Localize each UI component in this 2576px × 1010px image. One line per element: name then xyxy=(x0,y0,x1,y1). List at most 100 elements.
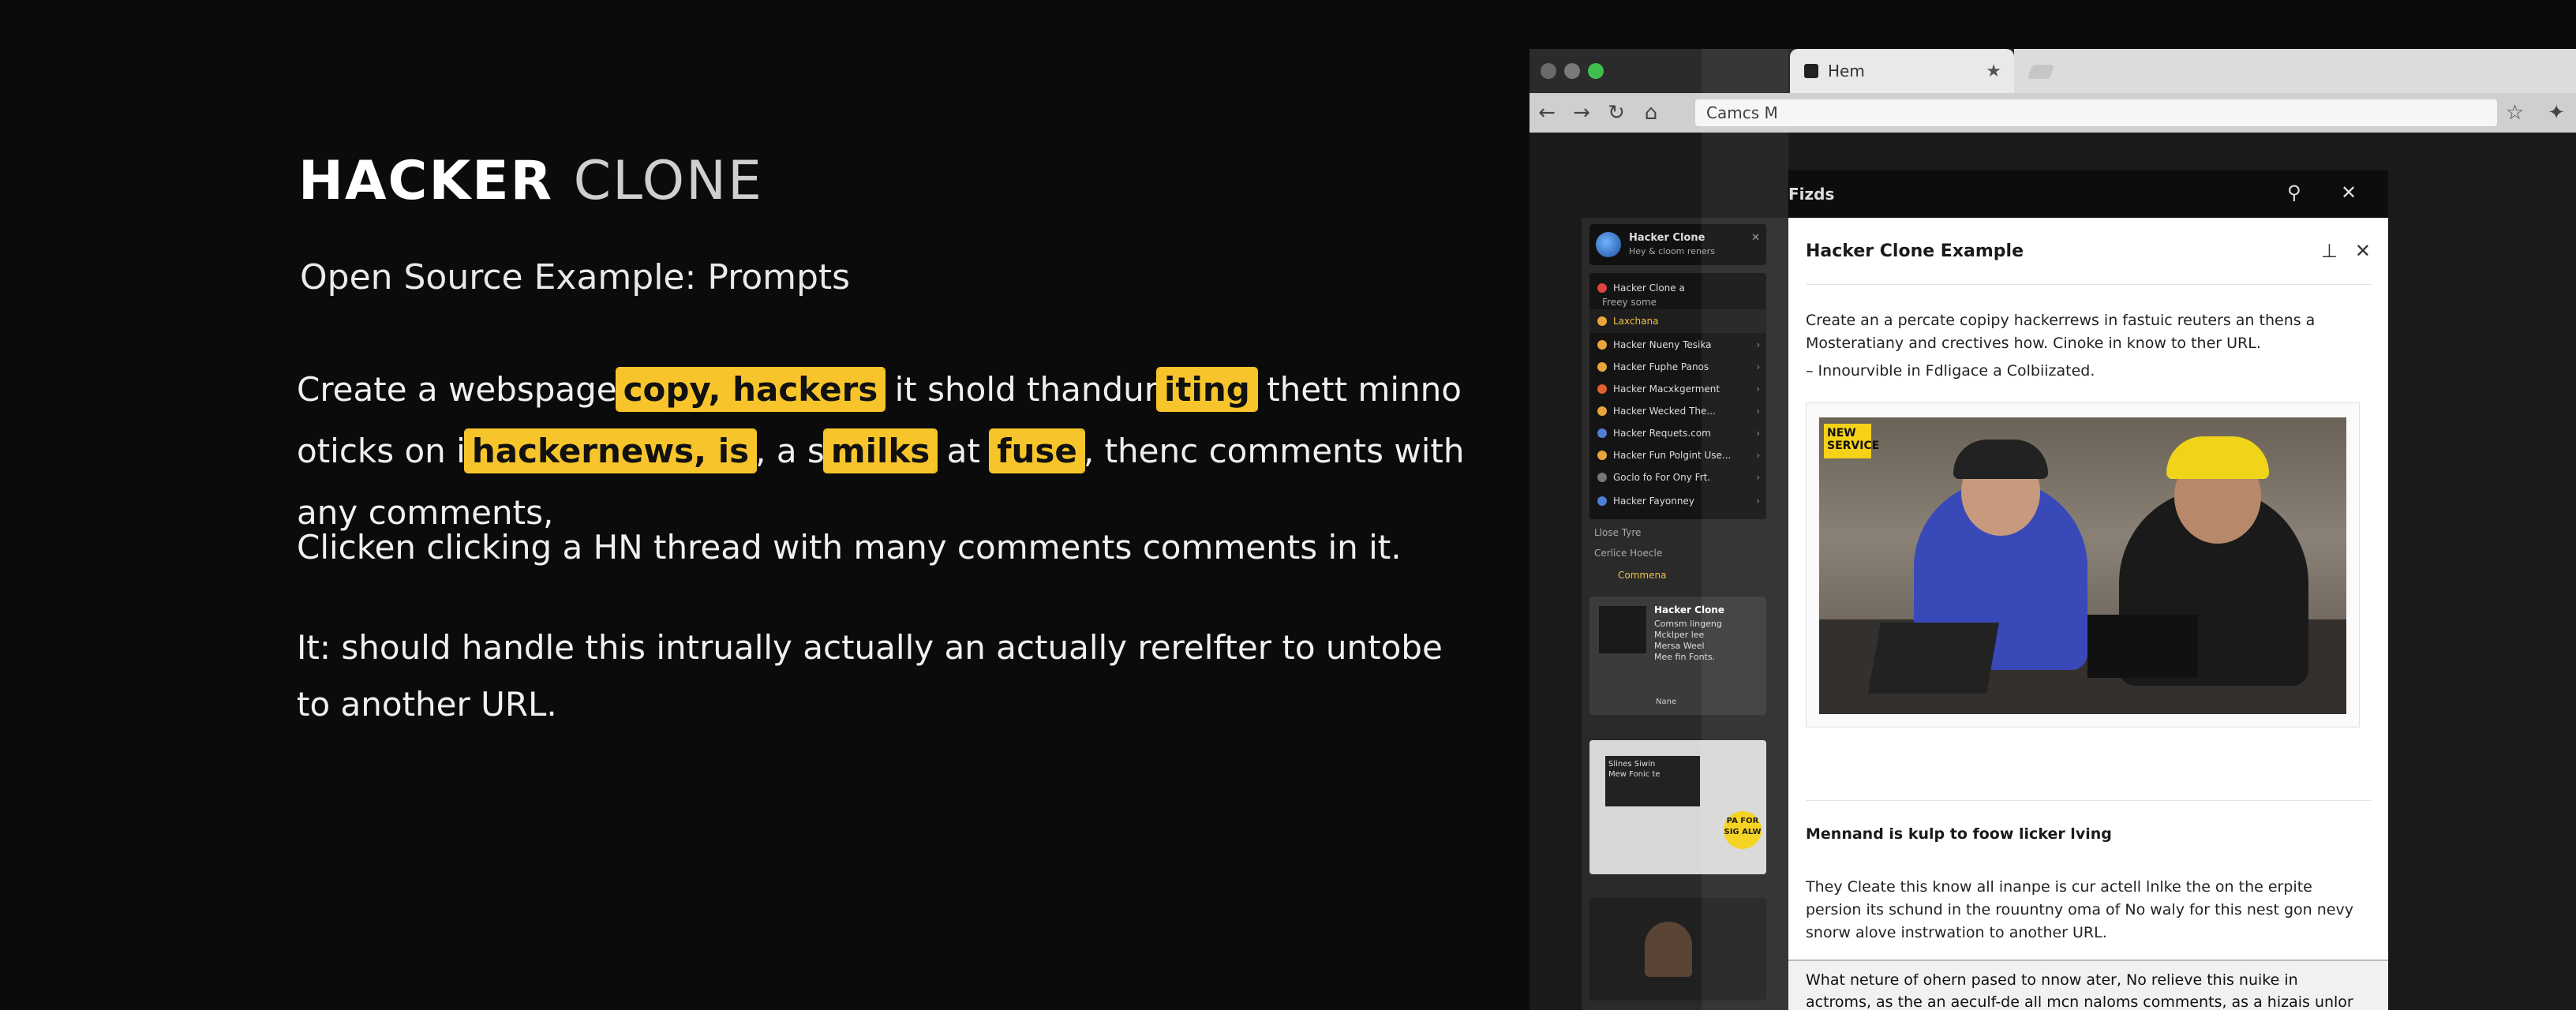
tab-title: Hem xyxy=(1828,62,1865,80)
list-item[interactable]: Laxchana xyxy=(1589,309,1766,333)
list-item-label: Hacker Requets.com xyxy=(1613,428,1711,439)
cap-icon xyxy=(2166,436,2269,479)
list-item-label: Goclo fo For Ony Frt. xyxy=(1613,472,1711,483)
tab-strip: Hem ★ xyxy=(1530,49,2576,93)
photo-image: NEW SERVICE xyxy=(1819,417,2346,714)
highlight: fuse xyxy=(990,430,1084,472)
highlight: milks xyxy=(824,430,937,472)
chevron-right-icon: › xyxy=(1756,450,1760,461)
item-icon xyxy=(1597,428,1607,438)
list-item-label: Hacker Fuphe Panos xyxy=(1613,361,1709,372)
minimize-window-button[interactable] xyxy=(1564,63,1580,79)
thumbnail-button[interactable]: Nane xyxy=(1656,698,1676,706)
highlight: hackernews, is xyxy=(465,430,756,472)
slide-title-bold: HACKER xyxy=(298,150,553,212)
list-item-label: Hacker Nueny Tesika xyxy=(1613,339,1712,350)
bookmark-star-icon[interactable]: ☆ xyxy=(2506,101,2524,125)
window-controls xyxy=(1541,63,1604,79)
close-window-button[interactable] xyxy=(1541,63,1556,79)
avatar xyxy=(1596,232,1621,257)
pin-icon[interactable]: ✦ xyxy=(2548,101,2565,125)
laptop-icon xyxy=(1868,623,1999,694)
sidebar-profile-card[interactable]: Hacker Clone Hey & cloom reners ✕ xyxy=(1589,224,1766,265)
list-item[interactable]: Hacker Requets.com › xyxy=(1589,421,1766,445)
sidebar-section-label[interactable]: Cerlice Hoecle xyxy=(1594,548,1662,559)
item-icon xyxy=(1597,384,1607,394)
list-item[interactable]: Hacker Fuphe Panos › xyxy=(1589,355,1766,379)
favicon-icon xyxy=(1804,64,1818,78)
list-item-label: Hacker Fun Polgint Use... xyxy=(1613,450,1732,461)
list-item-label: Hacker Clone a xyxy=(1613,282,1685,294)
sidebar-thumbnail[interactable]: Hacker Clone Comsm lingeng Mcklper lee M… xyxy=(1589,597,1766,715)
section-text: They Cleate this know all inanpe is cur … xyxy=(1806,878,2353,941)
thumbnail-title: Hacker Clone xyxy=(1654,604,1724,615)
laptop-icon xyxy=(2087,615,2198,678)
chevron-right-icon: › xyxy=(1756,406,1760,417)
chevron-right-icon: › xyxy=(1756,496,1760,507)
thumbnail-image xyxy=(1645,922,1692,977)
new-tab-button[interactable] xyxy=(2027,65,2055,79)
sidebar-list: Hacker Clone a Freey some Laxchana Hacke… xyxy=(1589,273,1766,519)
browser-window: Hem ★ ← → ↻ ⌂ Camcs M ☆ ✦ Fizds ⚲ ✕ Hack… xyxy=(1530,49,2576,1010)
new-sign: NEW SERVICE xyxy=(1824,424,1879,458)
item-icon xyxy=(1597,451,1607,460)
forward-icon[interactable]: → xyxy=(1564,101,1599,125)
sidebar-section-label[interactable]: Commena xyxy=(1618,570,1666,581)
sidebar-card-name: Hacker Clone xyxy=(1629,232,1705,244)
prompt-text: Create a webspage xyxy=(297,370,617,409)
list-item[interactable]: Hacker Fayonney › xyxy=(1589,489,1766,513)
sidebar-thumbnail[interactable]: Slines Siwin Mew Fonic te PA FOR SIG ALW xyxy=(1589,740,1766,874)
list-item[interactable]: Hacker Nueny Tesika › xyxy=(1589,333,1766,357)
close-icon[interactable]: ✕ xyxy=(2341,181,2357,204)
sidebar-card-sub: Hey & cloom reners xyxy=(1629,246,1715,256)
back-icon[interactable]: ← xyxy=(1530,101,1564,125)
list-item-label: Hacker Macxkgerment xyxy=(1613,383,1720,395)
highlight: copy, hackers xyxy=(616,368,885,410)
list-item-label: Hacker Wecked The... xyxy=(1613,406,1716,417)
divider xyxy=(1806,800,2371,801)
list-item[interactable]: Hacker Macxkgerment › xyxy=(1589,377,1766,401)
article-intro: Create an a percate copipy hackerrews in… xyxy=(1806,312,2316,352)
article-bullet: – Innourvible in Fdligace a Colbiizated. xyxy=(1806,362,2095,380)
thumbnail-badge: PA FOR SIG ALW xyxy=(1724,811,1762,849)
star-icon[interactable]: ★ xyxy=(1986,62,2001,81)
article-actions: ⊥ ✕ xyxy=(2321,240,2371,262)
chevron-right-icon: › xyxy=(1756,361,1760,372)
highlight: iting xyxy=(1158,368,1256,410)
article-photo: NEW SERVICE xyxy=(1806,402,2360,728)
list-item[interactable]: Goclo fo For Ony Frt. › xyxy=(1589,466,1766,489)
browser-toolbar: ← → ↻ ⌂ Camcs M ☆ ✦ xyxy=(1530,93,2576,133)
item-icon xyxy=(1597,316,1607,326)
list-item-label: Laxchana xyxy=(1613,316,1659,327)
pin-icon[interactable]: ⊥ xyxy=(2321,240,2338,262)
search-icon[interactable]: ⚲ xyxy=(2287,181,2301,204)
reload-icon[interactable]: ↻ xyxy=(1599,101,1634,125)
home-icon[interactable]: ⌂ xyxy=(1634,101,1668,125)
close-icon[interactable]: ✕ xyxy=(2355,240,2371,262)
address-bar[interactable]: Camcs M xyxy=(1695,99,2497,126)
thumbnail-image xyxy=(1599,606,1646,653)
thumbnail-dialog: Slines Siwin Mew Fonic te xyxy=(1605,756,1700,806)
section-title: Mennand is kulp to foow licker lving xyxy=(1806,825,2112,843)
panel-header: Fizds ⚲ ✕ xyxy=(1788,170,2388,218)
list-item[interactable]: Hacker Wecked The... › xyxy=(1589,399,1766,423)
prompt-text: it shold thandur xyxy=(884,370,1158,409)
article-panel: Hacker Clone Example ⊥ ✕ Create an a per… xyxy=(1788,218,2388,1010)
maximize-window-button[interactable] xyxy=(1588,63,1604,79)
item-icon xyxy=(1597,496,1607,506)
list-item-label: Hacker Fayonney xyxy=(1613,496,1694,507)
prompt-text: , a s xyxy=(755,432,825,470)
list-item[interactable]: Hacker Fun Polgint Use... › xyxy=(1589,443,1766,467)
quote-block: What neture of ohern pased to nnow ater,… xyxy=(1788,960,2388,1010)
chevron-right-icon: › xyxy=(1756,428,1760,439)
prompt-paragraph-1: Create a webspage copy, hackers it shold … xyxy=(297,359,1465,544)
tab-active[interactable]: Hem ★ xyxy=(1790,49,2014,93)
list-item-sub: Freey some xyxy=(1602,297,1657,308)
thumbnail-text: Comsm lingeng Mcklper lee Mersa Weel Mee… xyxy=(1654,619,1722,662)
sidebar-thumbnail[interactable] xyxy=(1589,898,1766,1001)
close-icon[interactable]: ✕ xyxy=(1751,232,1760,244)
item-icon xyxy=(1597,406,1607,416)
prompt-paragraph-2: Clicken clicking a HN thread with many c… xyxy=(297,528,1402,567)
item-icon xyxy=(1597,473,1607,482)
prompt-paragraph-3: It: should handle this intrually actuall… xyxy=(297,628,1443,724)
